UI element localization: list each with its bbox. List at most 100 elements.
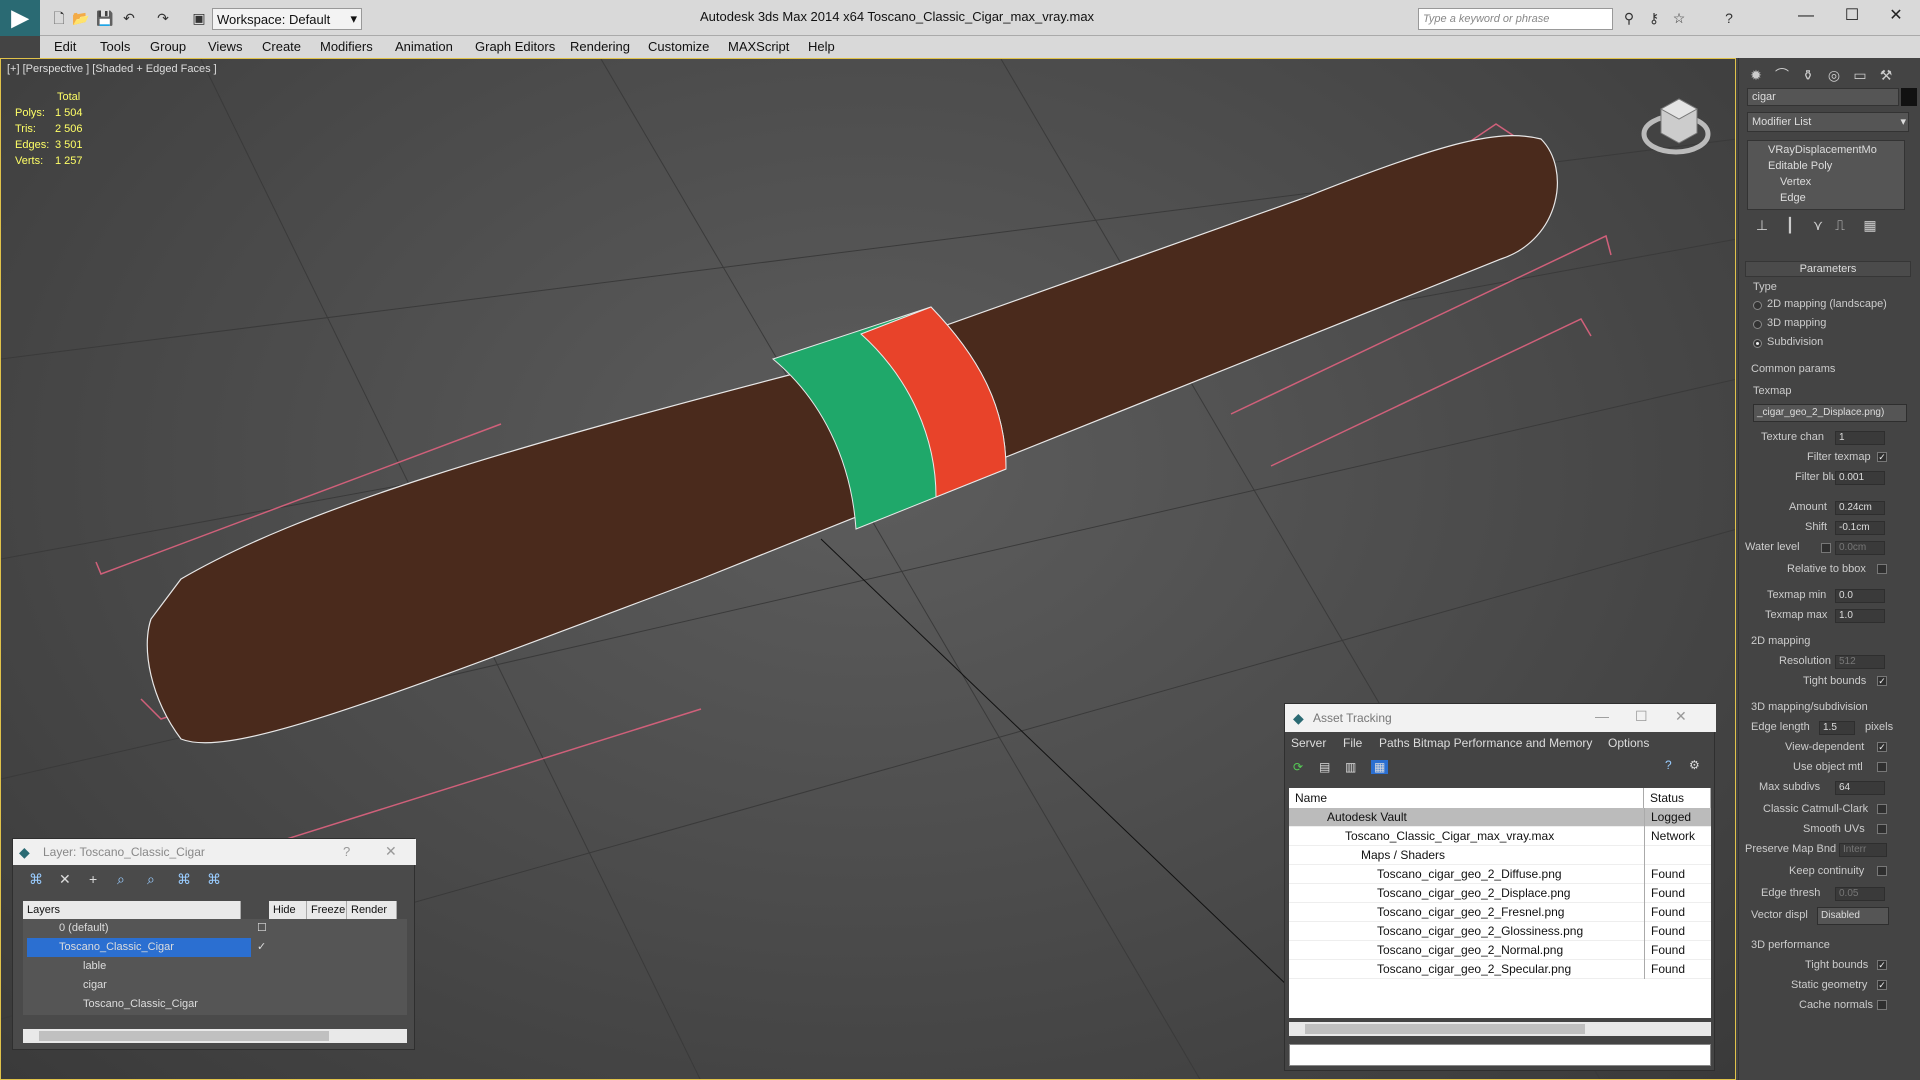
hide-all-icon[interactable]: ⌘ <box>177 871 191 888</box>
asset-row[interactable]: Toscano_cigar_geo_2_Normal.png Found <box>1289 941 1711 960</box>
modifier-list-dropdown[interactable]: Modifier List ▾ <box>1747 112 1909 132</box>
vector-displ-dropdown[interactable]: Disabled <box>1817 907 1889 925</box>
asset-row[interactable]: Maps / Shaders <box>1289 846 1711 865</box>
edge-thresh-spinner[interactable]: 0.05 <box>1835 887 1885 901</box>
max-subdivs-spinner[interactable]: 64 <box>1835 781 1885 795</box>
menu-create[interactable]: Create <box>262 39 301 54</box>
open-file-icon[interactable]: 📂 <box>72 9 90 27</box>
menu-edit[interactable]: Edit <box>54 39 76 54</box>
edge-length-spinner[interactable]: 1.5 <box>1819 721 1855 735</box>
smooth-uvs-checkbox[interactable] <box>1877 824 1887 834</box>
horizontal-scrollbar[interactable] <box>1289 1022 1711 1036</box>
menu-group[interactable]: Group <box>150 39 186 54</box>
water-level-checkbox[interactable] <box>1821 543 1831 553</box>
remove-modifier-icon[interactable]: ⎍ <box>1829 214 1851 236</box>
menu-server[interactable]: Server <box>1291 736 1326 750</box>
menu-views[interactable]: Views <box>208 39 242 54</box>
close-button[interactable]: ✕ <box>1876 4 1916 28</box>
stack-item-vertex[interactable]: Vertex <box>1748 174 1888 190</box>
menu-bitmap-performance[interactable]: Bitmap Performance and Memory <box>1413 736 1592 750</box>
layer-row[interactable]: lable <box>23 957 407 976</box>
key-icon[interactable]: ⚷ <box>1645 9 1663 27</box>
hierarchy-tab-icon[interactable]: ⚱ <box>1797 64 1819 86</box>
relative-bbox-checkbox[interactable] <box>1877 564 1887 574</box>
menu-animation[interactable]: Animation <box>395 39 453 54</box>
menu-modifiers[interactable]: Modifiers <box>320 39 373 54</box>
layer-row[interactable]: 0 (default) ☐ <box>23 919 407 938</box>
select-layer-icon[interactable]: ⌕ <box>117 871 125 888</box>
texmap-button[interactable]: _cigar_geo_2_Displace.png) <box>1753 404 1907 422</box>
tight-bounds-checkbox[interactable]: ✓ <box>1877 676 1887 686</box>
texmap-min-spinner[interactable]: 0.0 <box>1835 589 1885 603</box>
menu-help[interactable]: Help <box>808 39 835 54</box>
star-icon[interactable]: ☆ <box>1670 9 1688 27</box>
close-button[interactable]: ✕ <box>1675 708 1687 725</box>
modify-tab-icon[interactable]: ⌒ <box>1771 64 1793 86</box>
menu-tools[interactable]: Tools <box>100 39 130 54</box>
workspace-dropdown[interactable]: Workspace: Default ▾ <box>212 8 362 30</box>
layer-row[interactable]: Toscano_Classic_Cigar ✓ <box>23 938 407 957</box>
texture-chan-spinner[interactable]: 1 <box>1835 431 1885 445</box>
current-layer-checkbox[interactable]: ☐ <box>257 919 267 938</box>
view-dependent-checkbox[interactable]: ✓ <box>1877 742 1887 752</box>
menu-options[interactable]: Options <box>1608 736 1649 750</box>
shift-spinner[interactable]: -0.1cm <box>1835 521 1885 535</box>
table-view-icon[interactable]: ▥ <box>1345 760 1356 774</box>
new-file-icon[interactable]: 🗋 <box>50 9 68 27</box>
display-tab-icon[interactable]: ▭ <box>1849 64 1871 86</box>
filter-blur-spinner[interactable]: 0.001 <box>1835 471 1885 485</box>
perf-tight-bounds-checkbox[interactable]: ✓ <box>1877 960 1887 970</box>
pin-stack-icon[interactable]: ⊥ <box>1751 214 1773 236</box>
column-hide[interactable]: Hide <box>269 901 307 919</box>
texmap-max-spinner[interactable]: 1.0 <box>1835 609 1885 623</box>
motion-tab-icon[interactable]: ◎ <box>1823 64 1845 86</box>
refresh-icon[interactable]: ⟳ <box>1293 760 1303 774</box>
make-unique-icon[interactable]: ⋎ <box>1807 214 1829 236</box>
radio-3d-mapping[interactable] <box>1753 320 1762 329</box>
minimize-button[interactable]: — <box>1786 4 1826 28</box>
delete-layer-icon[interactable]: ✕ <box>59 871 71 888</box>
configure-sets-icon[interactable]: ▦ <box>1859 214 1881 236</box>
static-geometry-checkbox[interactable]: ✓ <box>1877 980 1887 990</box>
undo-icon[interactable]: ↶ <box>120 9 138 27</box>
help-icon[interactable]: ? <box>1665 758 1672 772</box>
radio-2d-mapping[interactable] <box>1753 301 1762 310</box>
minimize-button[interactable]: — <box>1595 708 1609 724</box>
layer-row[interactable]: cigar <box>23 976 407 995</box>
menu-rendering[interactable]: Rendering <box>570 39 630 54</box>
binoculars-icon[interactable]: ⚲ <box>1620 9 1638 27</box>
asset-row[interactable]: Toscano_Classic_Cigar_max_vray.max Networ… <box>1289 827 1711 862</box>
cache-normals-checkbox[interactable] <box>1877 1000 1887 1010</box>
radio-subdivision[interactable] <box>1753 339 1762 348</box>
filter-texmap-checkbox[interactable]: ✓ <box>1877 452 1887 462</box>
object-color-swatch[interactable] <box>1901 88 1917 106</box>
column-freeze[interactable]: Freeze <box>307 901 347 919</box>
parameters-rollout[interactable]: Parameters <box>1745 261 1911 277</box>
show-end-result-icon[interactable]: ┃ <box>1779 214 1801 236</box>
path-input[interactable] <box>1289 1044 1711 1066</box>
asset-row[interactable]: Autodesk VaultLogged Out <box>1289 808 1711 843</box>
viewport-label[interactable]: [+] [Perspective ] [Shaded + Edged Faces… <box>7 63 217 75</box>
project-folder-icon[interactable]: ▣ <box>190 9 208 27</box>
help-button[interactable]: ? <box>343 844 350 859</box>
new-layer-icon[interactable]: ⌘ <box>29 871 43 888</box>
stack-item-edge[interactable]: Edge <box>1748 190 1888 206</box>
maximize-button[interactable]: ☐ <box>1832 4 1872 28</box>
stack-item-vraydisplacement[interactable]: VRayDisplacementMo <box>1748 142 1888 158</box>
use-object-mtl-checkbox[interactable] <box>1877 762 1887 772</box>
column-status[interactable]: Status <box>1644 788 1711 808</box>
app-logo-button[interactable]: ▶ <box>0 0 40 36</box>
stack-item-editable-poly[interactable]: Editable Poly <box>1748 158 1888 174</box>
maximize-button[interactable]: ☐ <box>1635 708 1648 725</box>
save-file-icon[interactable]: 💾 <box>96 9 114 27</box>
utilities-tab-icon[interactable]: ⚒ <box>1875 64 1897 86</box>
asset-row[interactable]: Toscano_cigar_geo_2_Specular.png Found <box>1289 960 1711 979</box>
resolution-spinner[interactable]: 512 <box>1835 655 1885 669</box>
horizontal-scrollbar[interactable] <box>23 1029 407 1043</box>
add-to-layer-icon[interactable]: + <box>89 871 97 887</box>
layer-row[interactable]: Toscano_Classic_Cigar <box>23 995 407 1014</box>
asset-row[interactable]: Toscano_cigar_geo_2_Glossiness.png Found <box>1289 922 1711 941</box>
close-button[interactable]: ✕ <box>385 843 397 860</box>
preserve-map-bnd-dropdown[interactable]: Interr <box>1839 843 1887 857</box>
classic-catmull-checkbox[interactable] <box>1877 804 1887 814</box>
